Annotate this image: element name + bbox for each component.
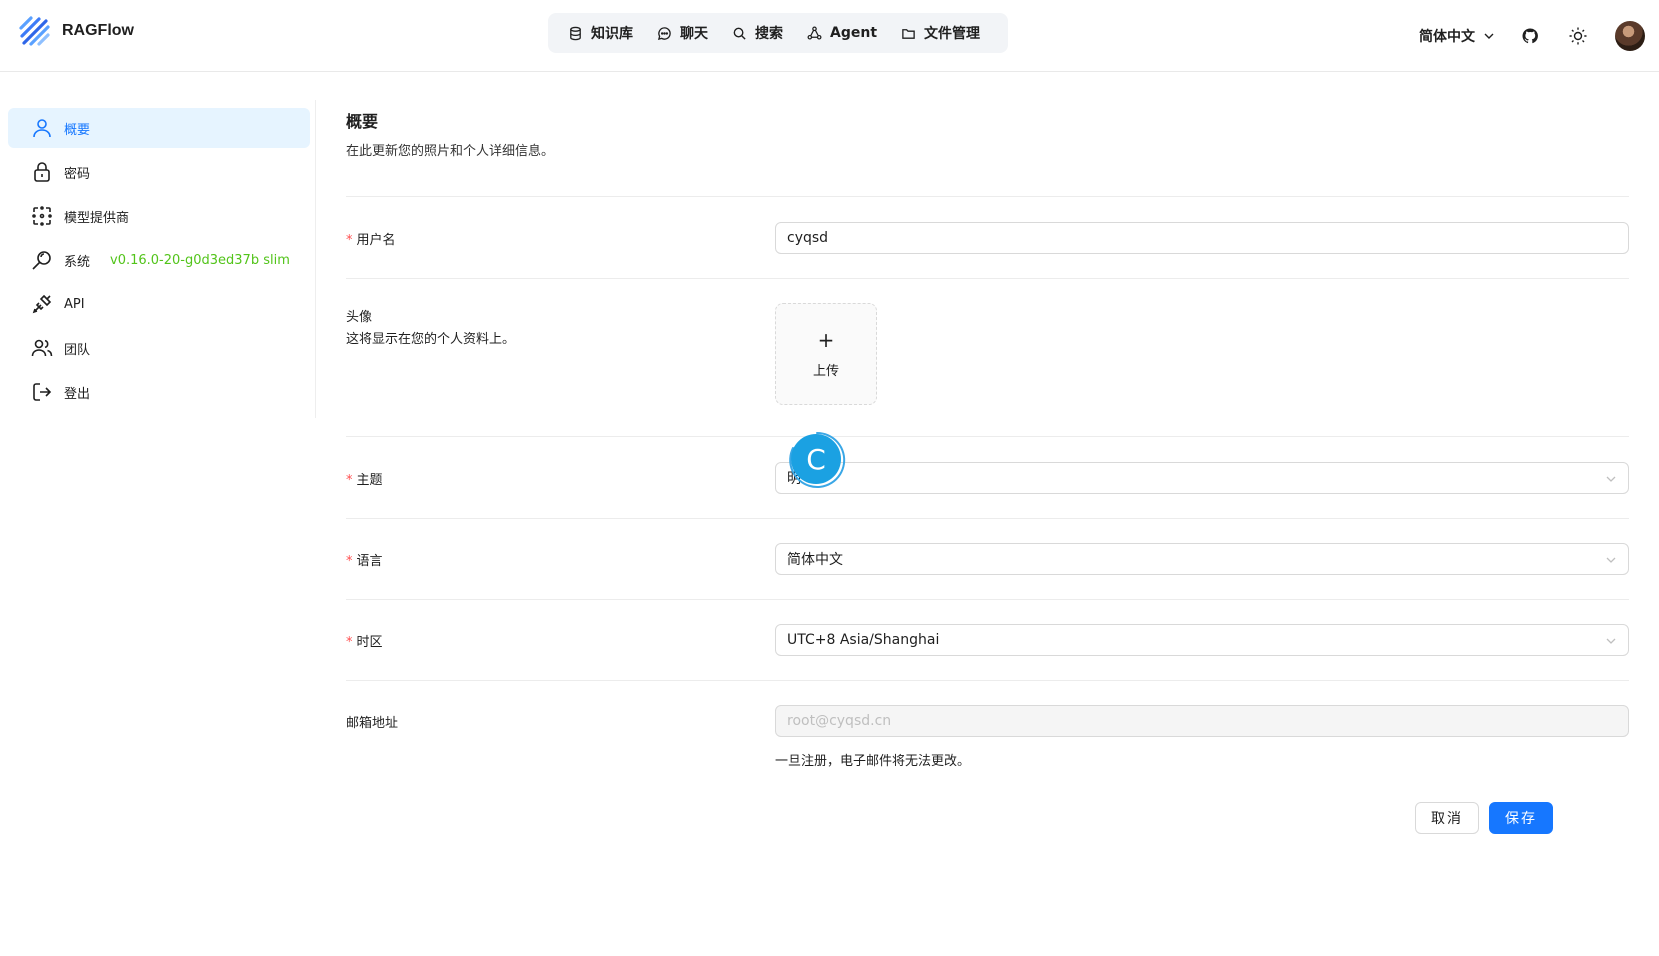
email-hint: 一旦注册，电子邮件将无法更改。 xyxy=(775,754,971,769)
nav-item-knowledge-base[interactable]: 知识库 xyxy=(556,13,645,53)
chevron-down-icon xyxy=(1484,33,1494,39)
username-value: cyqsd xyxy=(787,230,829,246)
nav-item-label: 搜索 xyxy=(755,26,783,42)
divider xyxy=(346,680,1629,681)
nav-item-label: 文件管理 xyxy=(924,26,981,42)
nav-item-label: Agent xyxy=(830,25,878,41)
timezone-label: * 时区 xyxy=(346,635,383,650)
username-input[interactable]: cyqsd xyxy=(775,222,1629,254)
header-tools: 简体中文 xyxy=(1419,18,1659,54)
page-title: 概要 xyxy=(346,112,379,131)
sidebar-item-api[interactable]: API xyxy=(8,284,310,324)
floating-assistant-button[interactable]: C xyxy=(787,430,847,490)
theme-toggle-button[interactable] xyxy=(1567,25,1589,47)
page-subtitle: 在此更新您的照片和个人详细信息。 xyxy=(346,144,555,159)
language-select[interactable]: 简体中文 xyxy=(775,543,1629,575)
folder-icon xyxy=(902,28,915,39)
timezone-value: UTC+8 Asia/Shanghai xyxy=(787,632,940,648)
required-mark: * xyxy=(346,473,353,488)
nav-item-search[interactable]: 搜索 xyxy=(720,13,795,53)
required-mark: * xyxy=(346,554,353,569)
user-avatar[interactable] xyxy=(1615,21,1645,51)
timezone-select[interactable]: UTC+8 Asia/Shanghai xyxy=(775,624,1629,656)
sidebar-item-label: 概要 xyxy=(64,122,91,138)
divider xyxy=(346,278,1629,279)
nav-item-label: 知识库 xyxy=(591,26,633,42)
sidebar-item-system[interactable]: 系统 v0.16.0-20-g0d3ed37b slim xyxy=(8,240,310,280)
sidebar-item-profile[interactable]: 概要 xyxy=(8,108,310,148)
chevron-down-icon xyxy=(1606,638,1616,644)
theme-label: * 主题 xyxy=(346,473,383,488)
email-input: root@cyqsd.cn xyxy=(775,705,1629,737)
divider xyxy=(346,196,1629,197)
sidebar-item-password[interactable]: 密码 xyxy=(8,152,310,192)
user-icon xyxy=(33,119,51,138)
plus-icon: + xyxy=(817,327,835,352)
nav-item-chat[interactable]: 聊天 xyxy=(645,13,720,53)
language-label: 简体中文 xyxy=(1419,29,1475,45)
agent-icon xyxy=(807,26,822,40)
sidebar-item-logout[interactable]: 登出 xyxy=(8,372,310,412)
email-value: root@cyqsd.cn xyxy=(787,713,892,729)
username-label: * 用户名 xyxy=(346,233,396,248)
save-button[interactable]: 保存 xyxy=(1489,802,1553,834)
app-name: RAGFlow xyxy=(62,22,134,39)
language-switcher[interactable]: 简体中文 xyxy=(1419,26,1495,46)
sidebar-item-model-providers[interactable]: 模型提供商 xyxy=(8,196,310,236)
required-mark: * xyxy=(346,233,353,248)
sidebar-item-label: API xyxy=(64,296,85,312)
lock-icon xyxy=(34,162,50,182)
theme-select[interactable]: 明 xyxy=(775,462,1629,494)
language-value: 简体中文 xyxy=(787,552,843,568)
logout-icon xyxy=(33,383,52,401)
chevron-down-icon xyxy=(1606,557,1616,563)
sun-icon xyxy=(1569,27,1587,45)
top-header: RAGFlow 知识库 聊天 搜索 Agent 文件管理 简体中文 xyxy=(0,0,1659,72)
settings-sidebar: 概要 密码 模型提供商 系统 v0.16.0-20-g0d3ed37b slim… xyxy=(0,100,316,418)
search-icon xyxy=(733,27,746,40)
sidebar-item-label: 登出 xyxy=(64,386,91,402)
divider xyxy=(346,518,1629,519)
nav-item-label: 聊天 xyxy=(680,26,708,42)
version-text: v0.16.0-20-g0d3ed37b slim xyxy=(110,252,290,268)
avatar-label: 头像 xyxy=(346,310,373,325)
required-mark: * xyxy=(346,635,353,650)
model-provider-icon xyxy=(32,206,52,226)
assistant-letter: C xyxy=(791,434,841,484)
main-nav: 知识库 聊天 搜索 Agent 文件管理 xyxy=(548,13,1008,53)
chat-icon xyxy=(657,26,671,40)
divider xyxy=(346,436,1629,437)
github-button[interactable] xyxy=(1519,25,1541,47)
avatar-description: 这将显示在您的个人资料上。 xyxy=(346,332,516,347)
team-icon xyxy=(31,339,53,357)
divider xyxy=(346,599,1629,600)
ragflow-logo-icon xyxy=(19,16,50,46)
upload-label: 上传 xyxy=(812,363,839,379)
avatar-upload-button[interactable]: + 上传 xyxy=(775,303,877,405)
sidebar-item-label: 系统 xyxy=(64,254,91,270)
brand[interactable]: RAGFlow xyxy=(18,13,134,49)
nav-item-file-management[interactable]: 文件管理 xyxy=(889,13,992,53)
chevron-down-icon xyxy=(1606,476,1616,482)
sidebar-item-label: 模型提供商 xyxy=(64,210,130,226)
sidebar-item-team[interactable]: 团队 xyxy=(8,328,310,368)
language-label: * 语言 xyxy=(346,554,383,569)
cancel-button[interactable]: 取消 xyxy=(1415,802,1479,834)
nav-item-agent[interactable]: Agent xyxy=(795,13,889,53)
api-plug-icon xyxy=(32,294,52,314)
email-label: 邮箱地址 xyxy=(346,716,399,731)
sidebar-item-label: 团队 xyxy=(64,342,91,358)
system-search-icon xyxy=(32,251,51,270)
sidebar-item-label: 密码 xyxy=(64,166,91,182)
github-icon xyxy=(1522,28,1538,44)
database-icon xyxy=(570,26,581,40)
